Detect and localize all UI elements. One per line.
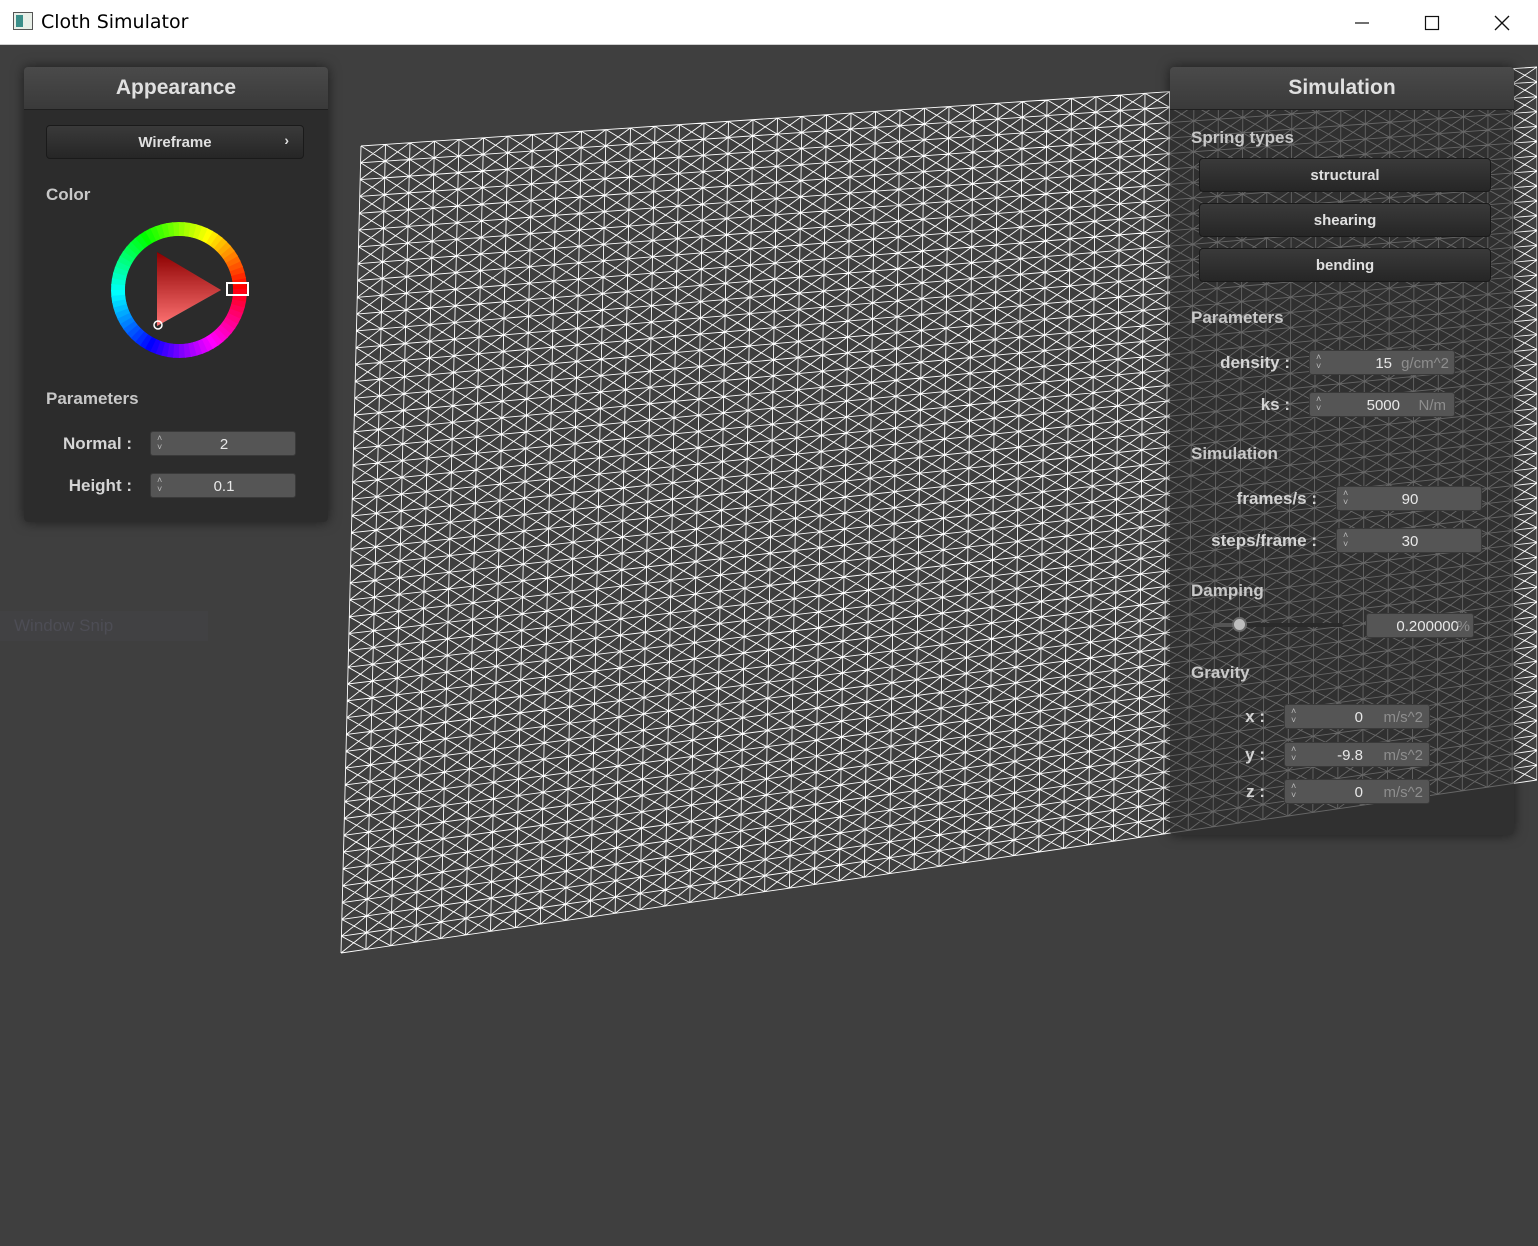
window-snip-overlay: Window Snip bbox=[0, 611, 208, 641]
minimize-button[interactable] bbox=[1330, 0, 1394, 45]
steps-per-frame-input[interactable]: ˄ ˅ 30 bbox=[1336, 528, 1482, 553]
density-label: density : bbox=[1220, 353, 1290, 372]
maximize-icon bbox=[1424, 15, 1440, 30]
height-input[interactable]: ˄ ˅ 0.1 bbox=[150, 473, 296, 498]
spin-arrows-icon[interactable]: ˄ ˅ bbox=[1291, 745, 1296, 763]
spring-types-label: Spring types bbox=[1191, 128, 1294, 147]
frames-per-second-input[interactable]: ˄ ˅ 90 bbox=[1336, 486, 1482, 511]
bending-toggle[interactable]: bending bbox=[1199, 248, 1491, 282]
shading-mode-label: Wireframe bbox=[138, 133, 212, 151]
shading-mode-dropdown[interactable]: Wireframe › bbox=[46, 125, 304, 159]
gravity-y-input[interactable]: ˄ ˅ -9.8 m/s^2 bbox=[1284, 742, 1430, 767]
gravity-z-input[interactable]: ˄ ˅ 0 m/s^2 bbox=[1284, 779, 1430, 804]
gravity-x-input[interactable]: ˄ ˅ 0 m/s^2 bbox=[1284, 704, 1430, 729]
color-section-label: Color bbox=[46, 185, 91, 204]
gravity-z-label: z : bbox=[1246, 782, 1265, 801]
minimize-icon bbox=[1355, 21, 1369, 24]
appearance-panel: Appearance Wireframe › Color Parameters … bbox=[24, 67, 328, 522]
color-wheel[interactable] bbox=[104, 215, 254, 365]
sim-parameters-label: Parameters bbox=[1191, 308, 1284, 327]
gravity-label: Gravity bbox=[1191, 663, 1250, 682]
spin-arrows-icon[interactable]: ˄ ˅ bbox=[1291, 707, 1296, 725]
gravity-y-label: y : bbox=[1245, 745, 1265, 764]
chevron-right-icon: › bbox=[284, 132, 289, 148]
damping-slider-knob[interactable] bbox=[1232, 617, 1247, 632]
close-button[interactable] bbox=[1470, 0, 1534, 45]
shearing-toggle[interactable]: shearing bbox=[1199, 203, 1491, 237]
ks-label: ks : bbox=[1260, 395, 1290, 414]
app-icon bbox=[13, 12, 33, 30]
damping-value-box[interactable]: 0.200000 % bbox=[1366, 613, 1474, 638]
simulation-panel: Simulation Spring types structural shear… bbox=[1170, 67, 1514, 835]
gravity-x-label: x : bbox=[1245, 707, 1265, 726]
ks-input[interactable]: ˄ ˅ 5000 N/m bbox=[1309, 392, 1455, 417]
density-input[interactable]: ˄ ˅ 15 g/cm^2 bbox=[1309, 350, 1455, 375]
normal-label: Normal : bbox=[63, 434, 132, 453]
structural-toggle[interactable]: structural bbox=[1199, 158, 1491, 192]
simulation-panel-header[interactable]: Simulation bbox=[1170, 67, 1514, 110]
spin-arrows-icon[interactable]: ˄ ˅ bbox=[1291, 782, 1296, 800]
spin-arrows-icon[interactable]: ˄ ˅ bbox=[1316, 353, 1321, 371]
height-label: Height : bbox=[68, 476, 132, 495]
appearance-parameters-label: Parameters bbox=[46, 389, 139, 408]
appearance-panel-header[interactable]: Appearance bbox=[24, 67, 328, 110]
normal-input[interactable]: ˄ ˅ 2 bbox=[150, 431, 296, 456]
damping-label: Damping bbox=[1191, 581, 1264, 600]
title-bar: Cloth Simulator bbox=[0, 0, 1538, 45]
maximize-button[interactable] bbox=[1400, 0, 1464, 45]
frames-per-second-label: frames/s : bbox=[1236, 489, 1317, 508]
steps-per-frame-label: steps/frame : bbox=[1211, 531, 1317, 550]
close-icon bbox=[1494, 15, 1510, 30]
damping-slider[interactable] bbox=[1213, 616, 1343, 634]
spin-arrows-icon[interactable]: ˄ ˅ bbox=[1316, 395, 1321, 413]
window-title: Cloth Simulator bbox=[41, 11, 189, 33]
simulation-section-label: Simulation bbox=[1191, 444, 1278, 463]
